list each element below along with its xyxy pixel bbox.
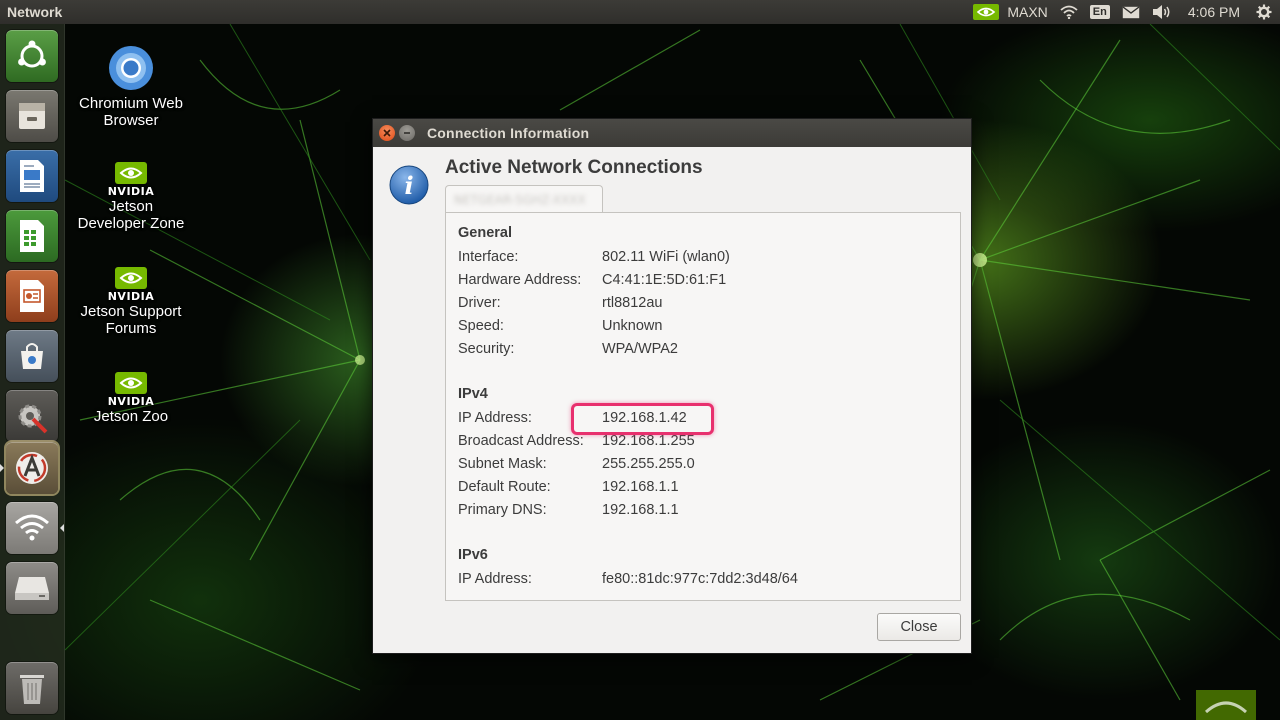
dialog-titlebar[interactable]: Connection Information bbox=[373, 119, 971, 147]
desktop-icon-jetson-support-forums[interactable]: NVIDIA Jetson Support Forums bbox=[76, 267, 186, 337]
connection-information-dialog: Connection Information i Active Network … bbox=[372, 118, 972, 654]
launcher-updater-button[interactable] bbox=[6, 442, 58, 494]
section-ipv4-title: IPv4 bbox=[458, 386, 488, 402]
detail-label: Broadcast Address: bbox=[458, 433, 584, 449]
window-minimize-button[interactable] bbox=[399, 125, 415, 141]
close-button[interactable]: Close bbox=[877, 613, 961, 641]
nvidia-logo-watermark bbox=[1196, 690, 1256, 720]
detail-label: Default Route: bbox=[458, 479, 551, 495]
launcher-writer-button[interactable] bbox=[6, 150, 58, 202]
desktop-icon-label: Jetson Developer Zone bbox=[77, 198, 185, 232]
detail-value: 192.168.1.1 bbox=[602, 479, 679, 495]
detail-label: Primary DNS: bbox=[458, 502, 547, 518]
ip-address-highlight-box bbox=[571, 403, 714, 435]
nvidia-icon bbox=[973, 4, 1000, 20]
launcher-calc-button[interactable] bbox=[6, 210, 58, 262]
detail-value: Unknown bbox=[602, 318, 663, 334]
chromium-icon bbox=[109, 46, 153, 90]
clock[interactable]: 4:06 PM bbox=[1178, 4, 1250, 20]
launcher-impress-button[interactable] bbox=[6, 270, 58, 322]
nvidia-icon bbox=[115, 372, 147, 394]
dialog-title: Connection Information bbox=[427, 125, 590, 141]
detail-label: Hardware Address: bbox=[458, 272, 582, 288]
detail-label: Subnet Mask: bbox=[458, 456, 547, 472]
focused-indicator bbox=[60, 524, 64, 532]
files-icon bbox=[19, 103, 45, 129]
info-icon: i bbox=[389, 165, 429, 205]
detail-label: Speed: bbox=[458, 318, 504, 334]
speaker-icon bbox=[1152, 5, 1170, 19]
nvidia-icon bbox=[115, 162, 147, 184]
messaging-indicator[interactable] bbox=[1116, 0, 1146, 24]
detail-label: IP Address: bbox=[458, 410, 532, 426]
desktop-icon-label: Jetson Support Forums bbox=[80, 303, 182, 337]
nvidia-wordmark: NVIDIA bbox=[107, 290, 155, 303]
launcher-software-button[interactable] bbox=[6, 330, 58, 382]
section-general-title: General bbox=[458, 225, 512, 241]
envelope-icon bbox=[1122, 5, 1140, 18]
launcher-network-button[interactable] bbox=[6, 502, 58, 554]
detail-label: Driver: bbox=[458, 295, 501, 311]
system-settings-icon bbox=[18, 404, 48, 434]
section-ipv6-title: IPv6 bbox=[458, 547, 488, 563]
desktop-icon-label: Chromium Web Browser bbox=[79, 95, 183, 129]
indicator-area: MAXN En 4:06 PM bbox=[967, 0, 1280, 24]
top-panel: Network MAXN En 4:06 PM bbox=[0, 0, 1280, 24]
detail-label: Security: bbox=[458, 341, 515, 357]
launcher-dash-button[interactable] bbox=[6, 30, 58, 82]
window-close-button[interactable] bbox=[379, 125, 395, 141]
running-indicator bbox=[0, 464, 4, 472]
wifi-indicator[interactable] bbox=[1054, 0, 1084, 24]
detail-value: rtl8812au bbox=[602, 295, 663, 311]
gear-icon bbox=[1256, 4, 1272, 20]
detail-value: fe80::81dc:977c:7dd2:3d48/64 bbox=[602, 571, 798, 587]
ubuntu-dash-icon bbox=[18, 40, 46, 68]
nvidia-wordmark: NVIDIA bbox=[107, 185, 155, 198]
tab-label: NETGEAR-5GHZ-XXXX bbox=[454, 192, 586, 207]
power-mode-label: MAXN bbox=[1007, 4, 1048, 20]
close-icon bbox=[383, 129, 391, 137]
launcher-drive-button[interactable] bbox=[6, 562, 58, 614]
trash-icon bbox=[20, 675, 44, 704]
wifi-icon bbox=[1060, 5, 1078, 19]
detail-label: IP Address: bbox=[458, 571, 532, 587]
detail-value: 192.168.1.1 bbox=[602, 502, 679, 518]
keyboard-layout-indicator[interactable]: En bbox=[1084, 0, 1116, 24]
nvidia-icon bbox=[115, 267, 147, 289]
libreoffice-writer-icon bbox=[20, 160, 44, 192]
active-app-title: Network bbox=[7, 4, 63, 20]
launcher-files-button[interactable] bbox=[6, 90, 58, 142]
launcher-settings-button[interactable] bbox=[6, 390, 58, 442]
detail-value: 255.255.255.0 bbox=[602, 456, 695, 472]
libreoffice-impress-icon bbox=[20, 280, 44, 312]
desktop-icon-chromium[interactable]: Chromium Web Browser bbox=[76, 45, 186, 129]
sound-indicator[interactable] bbox=[1146, 0, 1178, 24]
libreoffice-calc-icon bbox=[20, 220, 44, 252]
detail-value: C4:41:1E:5D:61:F1 bbox=[602, 272, 727, 288]
network-wifi-icon bbox=[15, 514, 49, 541]
svg-text:i: i bbox=[404, 171, 413, 200]
minimize-icon bbox=[404, 132, 410, 134]
nvidia-power-mode-indicator[interactable]: MAXN bbox=[967, 0, 1053, 24]
software-center-icon bbox=[21, 343, 43, 369]
nvidia-wordmark: NVIDIA bbox=[107, 395, 155, 408]
detail-value: 802.11 WiFi (wlan0) bbox=[602, 249, 730, 265]
session-menu[interactable] bbox=[1250, 0, 1280, 24]
software-updater-icon bbox=[16, 452, 48, 484]
dialog-heading: Active Network Connections bbox=[445, 157, 703, 178]
detail-value: WPA/WPA2 bbox=[602, 341, 678, 357]
drive-icon bbox=[15, 577, 49, 600]
tab-connection[interactable]: NETGEAR-5GHZ-XXXX bbox=[445, 185, 603, 213]
desktop-icon-label: Jetson Zoo bbox=[93, 408, 169, 425]
keyboard-layout-label: En bbox=[1089, 5, 1110, 19]
desktop-icon-jetson-developer-zone[interactable]: NVIDIA Jetson Developer Zone bbox=[76, 162, 186, 232]
launcher-trash-button[interactable] bbox=[6, 662, 58, 714]
desktop-icon-jetson-zoo[interactable]: NVIDIA Jetson Zoo bbox=[76, 372, 186, 425]
detail-label: Interface: bbox=[458, 249, 519, 265]
launcher bbox=[0, 24, 65, 720]
